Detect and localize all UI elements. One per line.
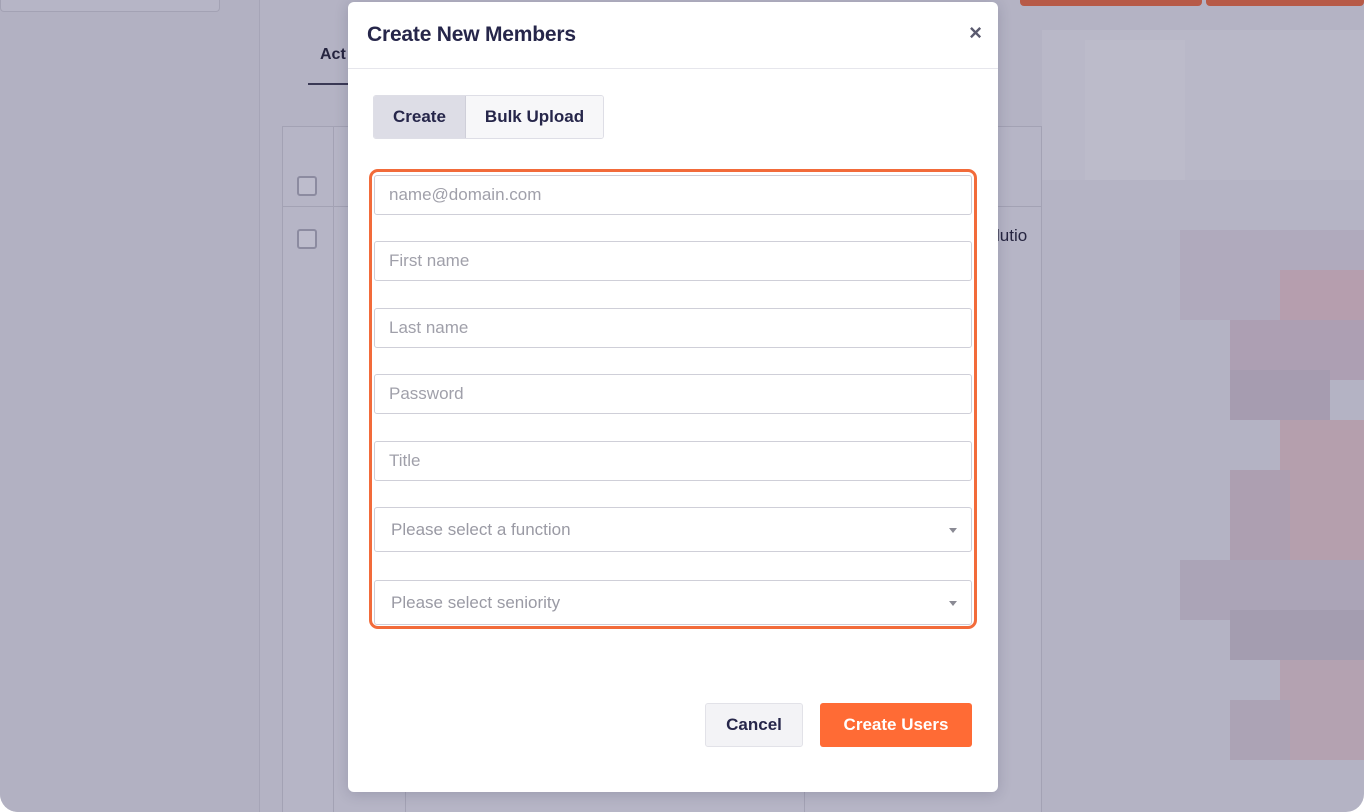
cancel-button[interactable]: Cancel: [705, 703, 803, 747]
tab-create[interactable]: Create: [374, 96, 466, 138]
blurred-region: [1230, 370, 1330, 420]
title-field[interactable]: [374, 441, 972, 481]
email-field[interactable]: [374, 175, 972, 215]
blurred-region: [1085, 40, 1185, 180]
function-select[interactable]: Please select a function: [374, 507, 972, 552]
blurred-region: [1280, 420, 1364, 560]
mode-tabs: Create Bulk Upload: [373, 95, 604, 139]
first-name-field[interactable]: [374, 241, 972, 281]
modal-title: Create New Members: [367, 23, 576, 47]
background-action-button: [1020, 0, 1202, 6]
tab-bulk-upload[interactable]: Bulk Upload: [466, 96, 603, 138]
close-icon[interactable]: ×: [969, 22, 982, 44]
blurred-region: [1042, 180, 1364, 230]
chevron-down-icon: [949, 528, 957, 533]
background-table-cell: lutio: [996, 226, 1027, 246]
blurred-region: [1230, 700, 1290, 760]
background-tab-active: Act: [320, 46, 346, 64]
function-select-value: Please select a function: [391, 520, 571, 540]
create-members-modal: Create New Members × Create Bulk Upload …: [348, 2, 998, 792]
create-users-button[interactable]: Create Users: [820, 703, 972, 747]
blurred-region: [1280, 660, 1364, 760]
modal-header: Create New Members ×: [348, 2, 998, 69]
seniority-select[interactable]: Please select seniority: [374, 580, 972, 625]
chevron-down-icon: [949, 601, 957, 606]
checkbox-icon: [297, 176, 317, 196]
blurred-region: [1230, 470, 1290, 560]
background-table-divider: [333, 126, 334, 812]
seniority-select-value: Please select seniority: [391, 593, 560, 613]
checkbox-icon: [297, 229, 317, 249]
background-search-box: [0, 0, 220, 12]
password-field[interactable]: [374, 374, 972, 414]
background-action-button: [1206, 0, 1364, 6]
background-sidebar: [0, 0, 260, 812]
blurred-region: [1230, 610, 1364, 660]
last-name-field[interactable]: [374, 308, 972, 348]
